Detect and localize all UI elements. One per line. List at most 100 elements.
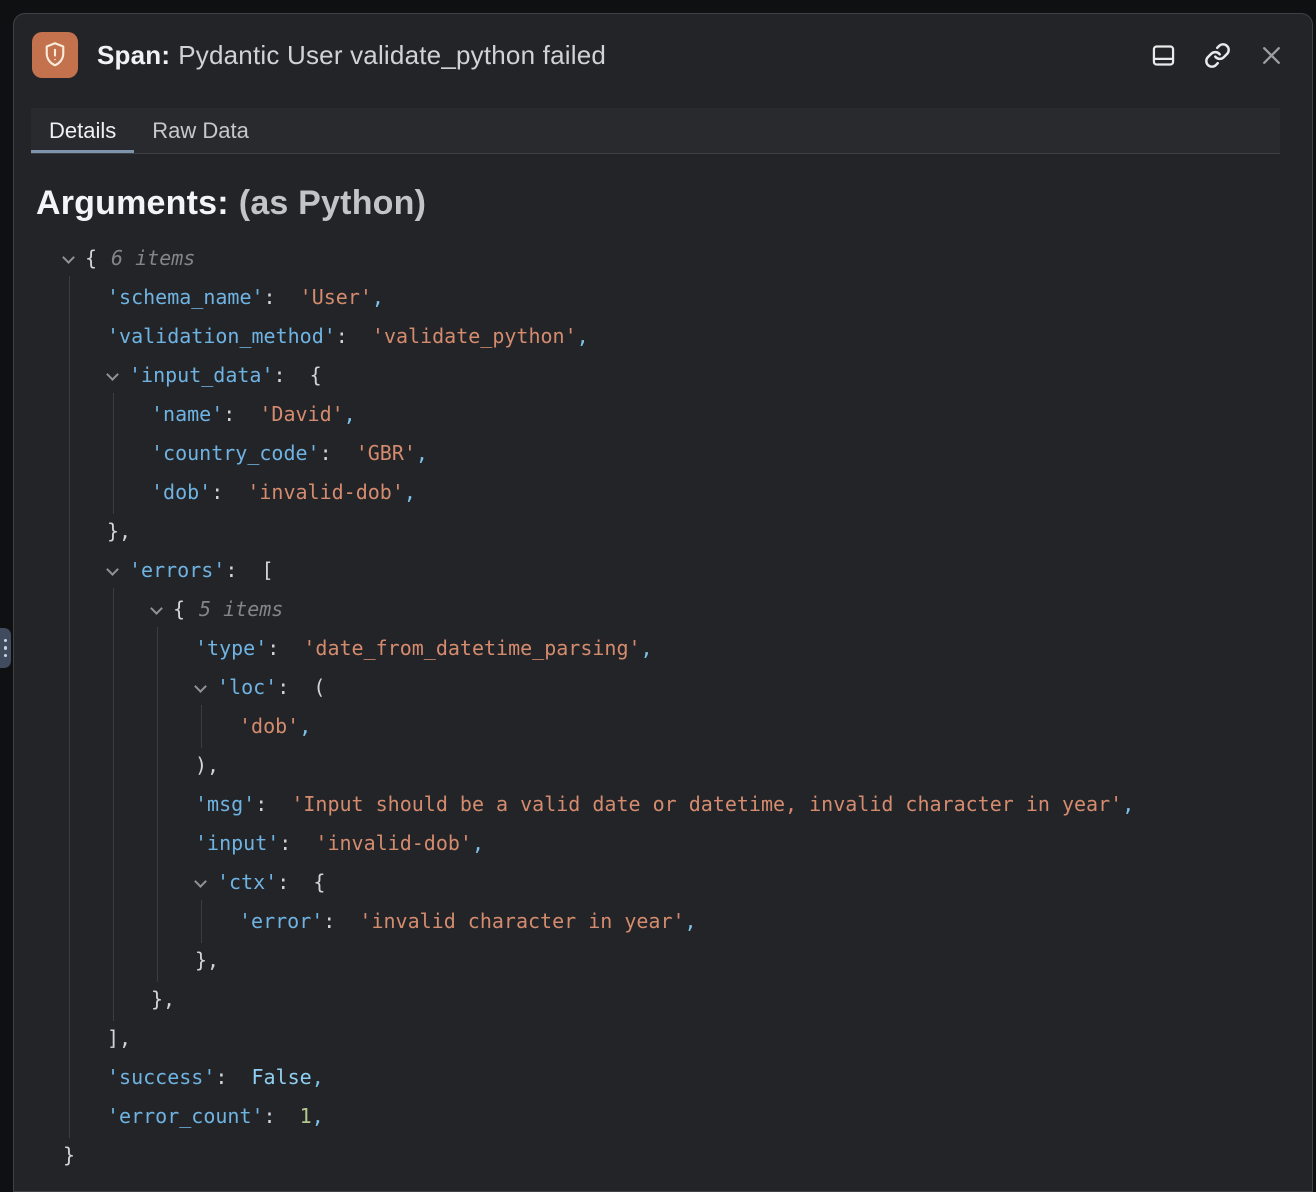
code-line: 'name': 'David', <box>36 395 1312 434</box>
indent-guide <box>113 666 114 709</box>
panel-header: Span: Pydantic User validate_python faile… <box>14 14 1312 96</box>
indent-guide <box>113 783 114 826</box>
close-icon <box>1259 43 1284 68</box>
span-detail-panel: Span: Pydantic User validate_python faile… <box>13 13 1313 1192</box>
indent-guide <box>113 900 114 943</box>
indent-guide <box>69 1017 70 1060</box>
code-key: 'error_count' <box>107 1104 264 1128</box>
indent-guide <box>69 744 70 787</box>
indent-guide <box>69 354 70 397</box>
chevron-down-icon[interactable] <box>62 251 75 264</box>
code-line: 'msg': 'Input should be a valid date or … <box>36 785 1312 824</box>
indent-guide <box>113 471 114 514</box>
tab-raw-data-label: Raw Data <box>152 118 249 144</box>
indent-guide <box>157 705 158 748</box>
code-punctuation: : <box>255 792 291 816</box>
indent-guide <box>201 705 202 748</box>
code-string: 'date_from_datetime_parsing' <box>303 636 640 660</box>
code-punctuation: : <box>323 909 359 933</box>
chevron-down-icon[interactable] <box>150 602 163 615</box>
indent-guide <box>113 393 114 436</box>
code-string: 'validate_python' <box>372 324 577 348</box>
indent-guide <box>113 978 114 1021</box>
code-string: 'invalid-dob' <box>247 480 404 504</box>
tab-bar: Details Raw Data <box>31 108 1280 154</box>
chevron-down-icon[interactable] <box>194 680 207 693</box>
chevron-down-icon[interactable] <box>106 563 119 576</box>
indent-guide <box>69 939 70 982</box>
indent-guide <box>69 1056 70 1099</box>
code-line: {5 items <box>36 590 1312 629</box>
span-title-prefix: Span: <box>97 40 170 70</box>
span-title: Span: Pydantic User validate_python faile… <box>97 40 606 71</box>
code-boolean: False <box>252 1065 312 1089</box>
code-key: 'dob' <box>151 480 211 504</box>
indent-guide <box>113 822 114 865</box>
indent-guide <box>113 588 114 631</box>
code-key: 'country_code' <box>151 441 320 465</box>
indent-guide <box>69 510 70 553</box>
code-line: 'loc': ( <box>36 668 1312 707</box>
code-comma: , <box>641 636 653 660</box>
code-punctuation: : <box>215 1065 251 1089</box>
indent-guide <box>69 588 70 631</box>
code-string: 'User' <box>300 285 372 309</box>
view-toggle-button[interactable] <box>1148 40 1178 70</box>
tab-details-label: Details <box>49 118 116 144</box>
code-line: }, <box>36 980 1312 1019</box>
code-string: 'Input should be a valid date or datetim… <box>291 792 1122 816</box>
arguments-heading: Arguments:(as Python) <box>36 184 1312 223</box>
code-punctuation: : <box>267 636 303 660</box>
code-punctuation: : ( <box>277 675 325 699</box>
code-line: 'dob', <box>36 707 1312 746</box>
copy-link-button[interactable] <box>1202 40 1232 70</box>
code-line: 'type': 'date_from_datetime_parsing', <box>36 629 1312 668</box>
code-punctuation: : { <box>274 363 322 387</box>
code-line: 'input': 'invalid-dob', <box>36 824 1312 863</box>
arguments-heading-suffix: (as Python) <box>239 184 426 222</box>
code-punctuation: : <box>336 324 372 348</box>
code-key: 'ctx' <box>217 870 277 894</box>
code-line: 'validation_method': 'validate_python', <box>36 317 1312 356</box>
span-title-text: Pydantic User validate_python failed <box>178 40 606 70</box>
chevron-down-icon[interactable] <box>194 875 207 888</box>
code-line: }, <box>36 512 1312 551</box>
code-line: ), <box>36 746 1312 785</box>
code-punctuation: }, <box>107 519 131 543</box>
close-button[interactable] <box>1256 40 1286 70</box>
code-line: ], <box>36 1019 1312 1058</box>
indent-guide <box>69 822 70 865</box>
chevron-down-icon[interactable] <box>106 368 119 381</box>
indent-guide <box>157 822 158 865</box>
indent-guide <box>201 900 202 943</box>
code-line: 'schema_name': 'User', <box>36 278 1312 317</box>
code-punctuation: : <box>320 441 356 465</box>
code-punctuation: { <box>173 597 185 621</box>
code-key: 'errors' <box>129 558 225 582</box>
indent-guide <box>157 627 158 670</box>
indent-guide <box>69 393 70 436</box>
code-string: 'invalid-dob' <box>315 831 472 855</box>
tab-raw-data[interactable]: Raw Data <box>134 108 267 153</box>
indent-guide <box>69 276 70 319</box>
indent-guide <box>69 432 70 475</box>
code-comma: , <box>404 480 416 504</box>
code-punctuation: : <box>264 285 300 309</box>
link-icon <box>1204 42 1231 69</box>
code-comma: , <box>312 1065 324 1089</box>
code-punctuation: ], <box>107 1026 131 1050</box>
code-key: 'success' <box>107 1065 215 1089</box>
code-line: }, <box>36 941 1312 980</box>
tab-details[interactable]: Details <box>31 108 134 153</box>
indent-guide <box>157 666 158 709</box>
code-line: 'dob': 'invalid-dob', <box>36 473 1312 512</box>
code-comma: , <box>685 909 697 933</box>
indent-guide <box>69 471 70 514</box>
indent-guide <box>69 861 70 904</box>
code-comma: , <box>372 285 384 309</box>
code-punctuation: : <box>264 1104 300 1128</box>
indent-guide <box>69 315 70 358</box>
panel-resize-handle[interactable] <box>0 628 11 668</box>
code-key: 'loc' <box>217 675 277 699</box>
indent-guide <box>69 549 70 592</box>
